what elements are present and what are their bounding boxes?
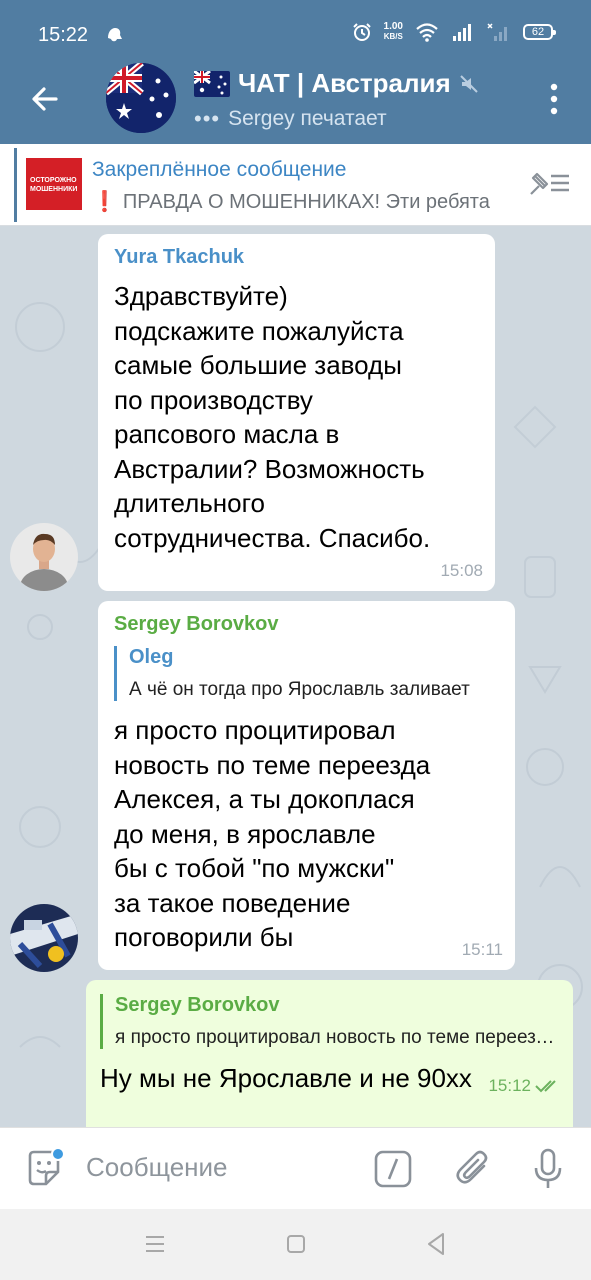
system-navigation-bar [0, 1209, 591, 1280]
typing-status-text: Sergey печатает [228, 107, 387, 130]
message-text: Здравствуйте) подскажите пожалуйста самы… [114, 281, 431, 553]
alarm-icon [352, 23, 371, 41]
avatar-sergey[interactable] [10, 904, 78, 972]
reply-text: я просто процитировал новость по теме пе… [115, 1027, 555, 1048]
australia-flag-icon [194, 70, 230, 97]
wifi-icon [416, 23, 438, 42]
double-check-icon [535, 1080, 556, 1093]
back-arrow-icon[interactable] [28, 82, 62, 116]
message-input-bar: Сообщение [0, 1127, 591, 1209]
chat-title-row[interactable]: ЧАТ | Австралия [194, 68, 479, 99]
pinned-message-bar[interactable]: ОСТОРОЖНО МОШЕННИКИ Закреплённое сообщен… [0, 144, 591, 226]
battery-indicator: 62 [523, 24, 556, 40]
muted-icon [459, 74, 478, 93]
pinned-label: Закреплённое сообщение [92, 158, 347, 181]
recent-apps-icon[interactable] [144, 1233, 166, 1255]
message-time: 15:12 [488, 1076, 561, 1096]
australia-flag-avatar [106, 63, 176, 133]
network-speed: 1.00 KB/S [383, 21, 403, 42]
home-icon[interactable] [285, 1233, 307, 1255]
reply-sender: Oleg [129, 646, 174, 668]
sender-name[interactable]: Sergey Borovkov [114, 613, 497, 636]
status-time: 15:22 [38, 24, 89, 46]
signal-icon-2 [487, 23, 507, 41]
message-bubble-yura[interactable]: Yura Tkachuk Здравствуйте) подскажите по… [98, 234, 495, 591]
chat-messages-area[interactable]: Yura Tkachuk Здравствуйте) подскажите по… [0, 227, 591, 1127]
pin-list-icon[interactable] [527, 168, 571, 198]
message-time: 15:11 [461, 940, 503, 959]
chat-title: ЧАТ | Австралия [238, 68, 451, 98]
reply-preview[interactable]: Sergey Borovkov я просто процитировал но… [100, 994, 555, 1049]
avatar-yura[interactable] [10, 523, 78, 591]
reply-sender: Sergey Borovkov [115, 994, 280, 1016]
nav-back-icon[interactable] [425, 1231, 447, 1257]
message-bubble-outgoing[interactable]: Sergey Borovkov я просто процитировал но… [86, 980, 573, 1127]
message-text: я просто процитировал новость по теме пе… [114, 715, 431, 952]
user-photo-avatar [10, 523, 78, 591]
more-menu-icon[interactable] [547, 82, 561, 116]
message-input[interactable]: Сообщение [86, 1152, 228, 1183]
chat-header: ЧАТ | Австралия ••• Sergey печатает [0, 54, 591, 144]
sender-name[interactable]: Yura Tkachuk [114, 246, 477, 269]
message-time: 15:08 [440, 561, 483, 580]
chat-avatar[interactable] [106, 63, 176, 133]
reply-text: А чё он тогда про Ярославль заливает [129, 679, 470, 700]
new-stickers-badge [51, 1147, 65, 1161]
reply-preview[interactable]: Oleg А чё он тогда про Ярославль заливае… [114, 646, 497, 701]
user-photo-avatar [10, 904, 78, 972]
attach-paperclip-icon[interactable] [454, 1148, 494, 1188]
pinned-thumbnail: ОСТОРОЖНО МОШЕННИКИ [26, 158, 82, 210]
signal-icon [453, 24, 471, 41]
status-bar: 15:22 1.00 KB/S 62 [0, 0, 591, 54]
microphone-icon[interactable] [532, 1148, 564, 1190]
exclamation-icon: ❗ [92, 191, 117, 213]
message-bubble-sergey[interactable]: Sergey Borovkov Oleg А чё он тогда про Я… [98, 601, 515, 970]
typing-dots-icon: ••• [194, 106, 221, 131]
pinned-indicator [14, 148, 17, 222]
message-text: Ну мы не Ярославле и не 90хх [100, 1063, 472, 1093]
pinned-text: ❗ ПРАВДА О МОШЕННИКАХ! Эти ребята [92, 191, 490, 213]
bot-command-icon[interactable] [374, 1150, 412, 1188]
notification-icon [108, 28, 122, 42]
typing-status: ••• Sergey печатает [194, 106, 387, 132]
